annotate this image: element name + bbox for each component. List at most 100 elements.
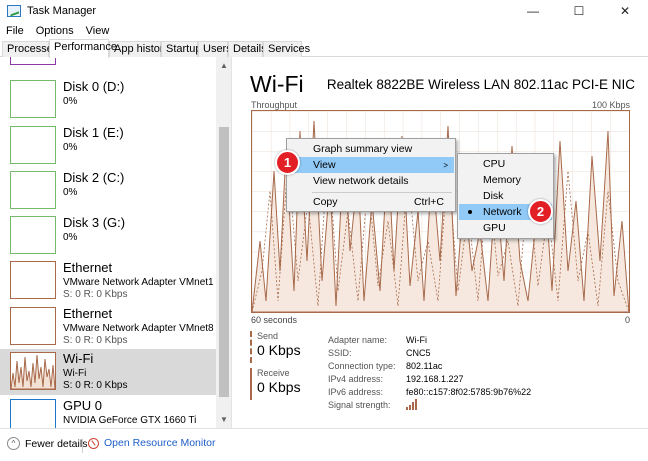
sidebar-item-detail: VMware Network Adapter VMnet1 bbox=[63, 277, 214, 288]
detail-row: Connection type: 802.11ac bbox=[328, 359, 531, 372]
sidebar-item-disk-3[interactable]: Disk 3 (G:) 0% bbox=[0, 213, 216, 259]
menu-view[interactable]: View bbox=[80, 25, 116, 37]
resource-monitor-icon bbox=[88, 437, 99, 449]
step-badge-1: 1 bbox=[275, 150, 300, 175]
submenu-arrow-icon: > bbox=[443, 160, 448, 170]
send-label: Send bbox=[257, 331, 279, 341]
tab-performance[interactable]: Performance bbox=[49, 39, 117, 58]
disk-graph-icon bbox=[10, 80, 56, 118]
menu-item-copy[interactable]: Copy Ctrl+C bbox=[288, 194, 454, 210]
menu-file[interactable]: File bbox=[0, 25, 30, 37]
sidebar-item-detail: 0% bbox=[63, 232, 78, 243]
menu-item-view-network-details[interactable]: View network details bbox=[288, 173, 454, 189]
gpu-graph-icon bbox=[10, 399, 56, 428]
window-title: Task Manager bbox=[27, 5, 97, 17]
disk-graph-icon bbox=[10, 126, 56, 164]
fewer-details-button[interactable]: ^ Fewer details bbox=[7, 437, 87, 450]
detail-label: IPv6 address: bbox=[328, 386, 384, 397]
sidebar-item-throughput: S: 0 R: 0 Kbps bbox=[63, 335, 128, 346]
resource-sidebar: Disk 0 (D:) 0% Disk 1 (E:) 0% Disk 2 (C:… bbox=[0, 57, 232, 428]
detail-value bbox=[406, 398, 418, 412]
sidebar-scrollbar[interactable]: ▲ ▼ bbox=[216, 57, 231, 428]
title-bar: Task Manager — ☐ ✕ bbox=[0, 0, 648, 22]
context-menu: Graph summary view View > View network d… bbox=[286, 138, 456, 212]
sidebar-item-disk-2[interactable]: Disk 2 (C:) 0% bbox=[0, 168, 216, 214]
detail-row: IPv4 address: 192.168.1.227 bbox=[328, 372, 531, 385]
sidebar-item-name: Ethernet bbox=[63, 306, 113, 321]
tab-processes[interactable]: Processes bbox=[2, 41, 58, 57]
detail-row: Adapter name: Wi-Fi bbox=[328, 333, 531, 346]
status-separator bbox=[82, 439, 83, 453]
detail-row: IPv6 address: fe80::c157:8f02:5785:9b76%… bbox=[328, 385, 531, 398]
tab-bar: Processes Performance App history Startu… bbox=[0, 39, 648, 58]
disk-graph-icon bbox=[10, 216, 56, 254]
tab-startup[interactable]: Startup bbox=[161, 41, 201, 57]
scrollbar-thumb[interactable] bbox=[219, 127, 229, 397]
tab-details[interactable]: Details bbox=[228, 41, 267, 57]
detail-row: Signal strength: bbox=[328, 398, 531, 411]
submenu-item-memory[interactable]: Memory bbox=[459, 172, 552, 188]
send-stat: Send 0 Kbps bbox=[250, 331, 320, 363]
sidebar-item-detail: VMware Network Adapter VMnet8 bbox=[63, 323, 214, 334]
sidebar-item-name: Disk 2 (C:) bbox=[63, 170, 125, 185]
sidebar-item-ethernet-vmnet8[interactable]: Ethernet VMware Network Adapter VMnet8 S… bbox=[0, 304, 216, 350]
sidebar-item-name: GPU 0 bbox=[63, 398, 103, 413]
sidebar-item-throughput: S: 0 R: 0 Kbps bbox=[63, 380, 128, 391]
signal-strength-icon bbox=[406, 398, 417, 410]
detail-value: 802.11ac bbox=[406, 360, 443, 371]
maximize-button[interactable]: ☐ bbox=[556, 0, 602, 22]
sidebar-item-throughput: S: 0 R: 0 Kbps bbox=[63, 289, 128, 300]
menu-options[interactable]: Options bbox=[30, 25, 80, 37]
throughput-max-label: 100 Kbps bbox=[591, 100, 630, 110]
minimize-button[interactable]: — bbox=[510, 0, 556, 22]
scroll-down-icon[interactable]: ▼ bbox=[220, 415, 228, 424]
menu-item-graph-summary-view[interactable]: Graph summary view bbox=[288, 141, 454, 157]
scroll-up-icon[interactable]: ▲ bbox=[220, 61, 228, 70]
selected-bullet-icon bbox=[468, 210, 472, 214]
sidebar-item-gpu-0[interactable]: GPU 0 NVIDIA GeForce GTX 1660 Ti bbox=[0, 396, 216, 428]
menu-item-label: CPU bbox=[483, 158, 506, 170]
tab-users[interactable]: Users bbox=[198, 41, 232, 57]
sidebar-item-name: Disk 3 (G:) bbox=[63, 215, 126, 230]
submenu-item-cpu[interactable]: CPU bbox=[459, 156, 552, 172]
sidebar-item-detail: NVIDIA GeForce GTX 1660 Ti bbox=[63, 415, 197, 426]
view-submenu: CPU Memory Disk Network GPU bbox=[457, 153, 554, 239]
menu-item-view[interactable]: View > bbox=[288, 157, 454, 173]
task-manager-icon bbox=[7, 5, 21, 17]
menu-item-label: View network details bbox=[313, 175, 409, 187]
receive-stat: Receive 0 Kbps bbox=[250, 368, 320, 400]
throughput-label: Throughput bbox=[251, 100, 298, 110]
sidebar-item-disk-0[interactable]: Disk 0 (D:) 0% bbox=[0, 77, 216, 123]
ethernet-graph-icon bbox=[10, 307, 56, 345]
menu-item-shortcut: Ctrl+C bbox=[413, 196, 444, 208]
receive-label: Receive bbox=[257, 368, 290, 378]
menu-bar: File Options View bbox=[0, 22, 648, 39]
sidebar-item-name: Ethernet bbox=[63, 260, 113, 275]
open-resource-monitor-label: Open Resource Monitor bbox=[104, 437, 216, 449]
sidebar-item-detail: 0% bbox=[63, 96, 78, 107]
receive-value: 0 Kbps bbox=[257, 379, 301, 395]
open-resource-monitor-link[interactable]: Open Resource Monitor bbox=[88, 437, 215, 449]
disk-graph-icon bbox=[10, 171, 56, 209]
detail-label: SSID: bbox=[328, 347, 352, 358]
memory-graph-icon bbox=[10, 57, 56, 65]
close-button[interactable]: ✕ bbox=[602, 0, 648, 22]
sidebar-item-detail: 0% bbox=[63, 142, 78, 153]
sidebar-item-ethernet-vmnet1[interactable]: Ethernet VMware Network Adapter VMnet1 S… bbox=[0, 258, 216, 304]
menu-item-label: Memory bbox=[483, 174, 521, 186]
window-controls: — ☐ ✕ bbox=[510, 0, 648, 22]
fewer-details-label: Fewer details bbox=[25, 437, 88, 450]
sidebar-item-disk-1[interactable]: Disk 1 (E:) 0% bbox=[0, 123, 216, 169]
menu-item-label: Network bbox=[483, 206, 522, 218]
graph-time-left: 60 seconds bbox=[251, 315, 298, 325]
detail-value: Wi-Fi bbox=[406, 334, 427, 345]
menu-item-label: View bbox=[313, 159, 336, 171]
sidebar-item-name: Wi-Fi bbox=[63, 351, 94, 366]
performance-panel: Wi-Fi Realtek 8822BE Wireless LAN 802.11… bbox=[233, 57, 648, 428]
adapter-name: Realtek 8822BE Wireless LAN 802.11ac PCI… bbox=[326, 77, 635, 92]
sidebar-item-name: Disk 1 (E:) bbox=[63, 125, 124, 140]
tab-services[interactable]: Services bbox=[263, 41, 310, 57]
status-bar: ^ Fewer details Open Resource Monitor bbox=[0, 428, 648, 461]
sidebar-item-wifi[interactable]: Wi-Fi Wi-Fi S: 0 R: 0 Kbps bbox=[0, 349, 216, 395]
send-value: 0 Kbps bbox=[257, 342, 301, 358]
